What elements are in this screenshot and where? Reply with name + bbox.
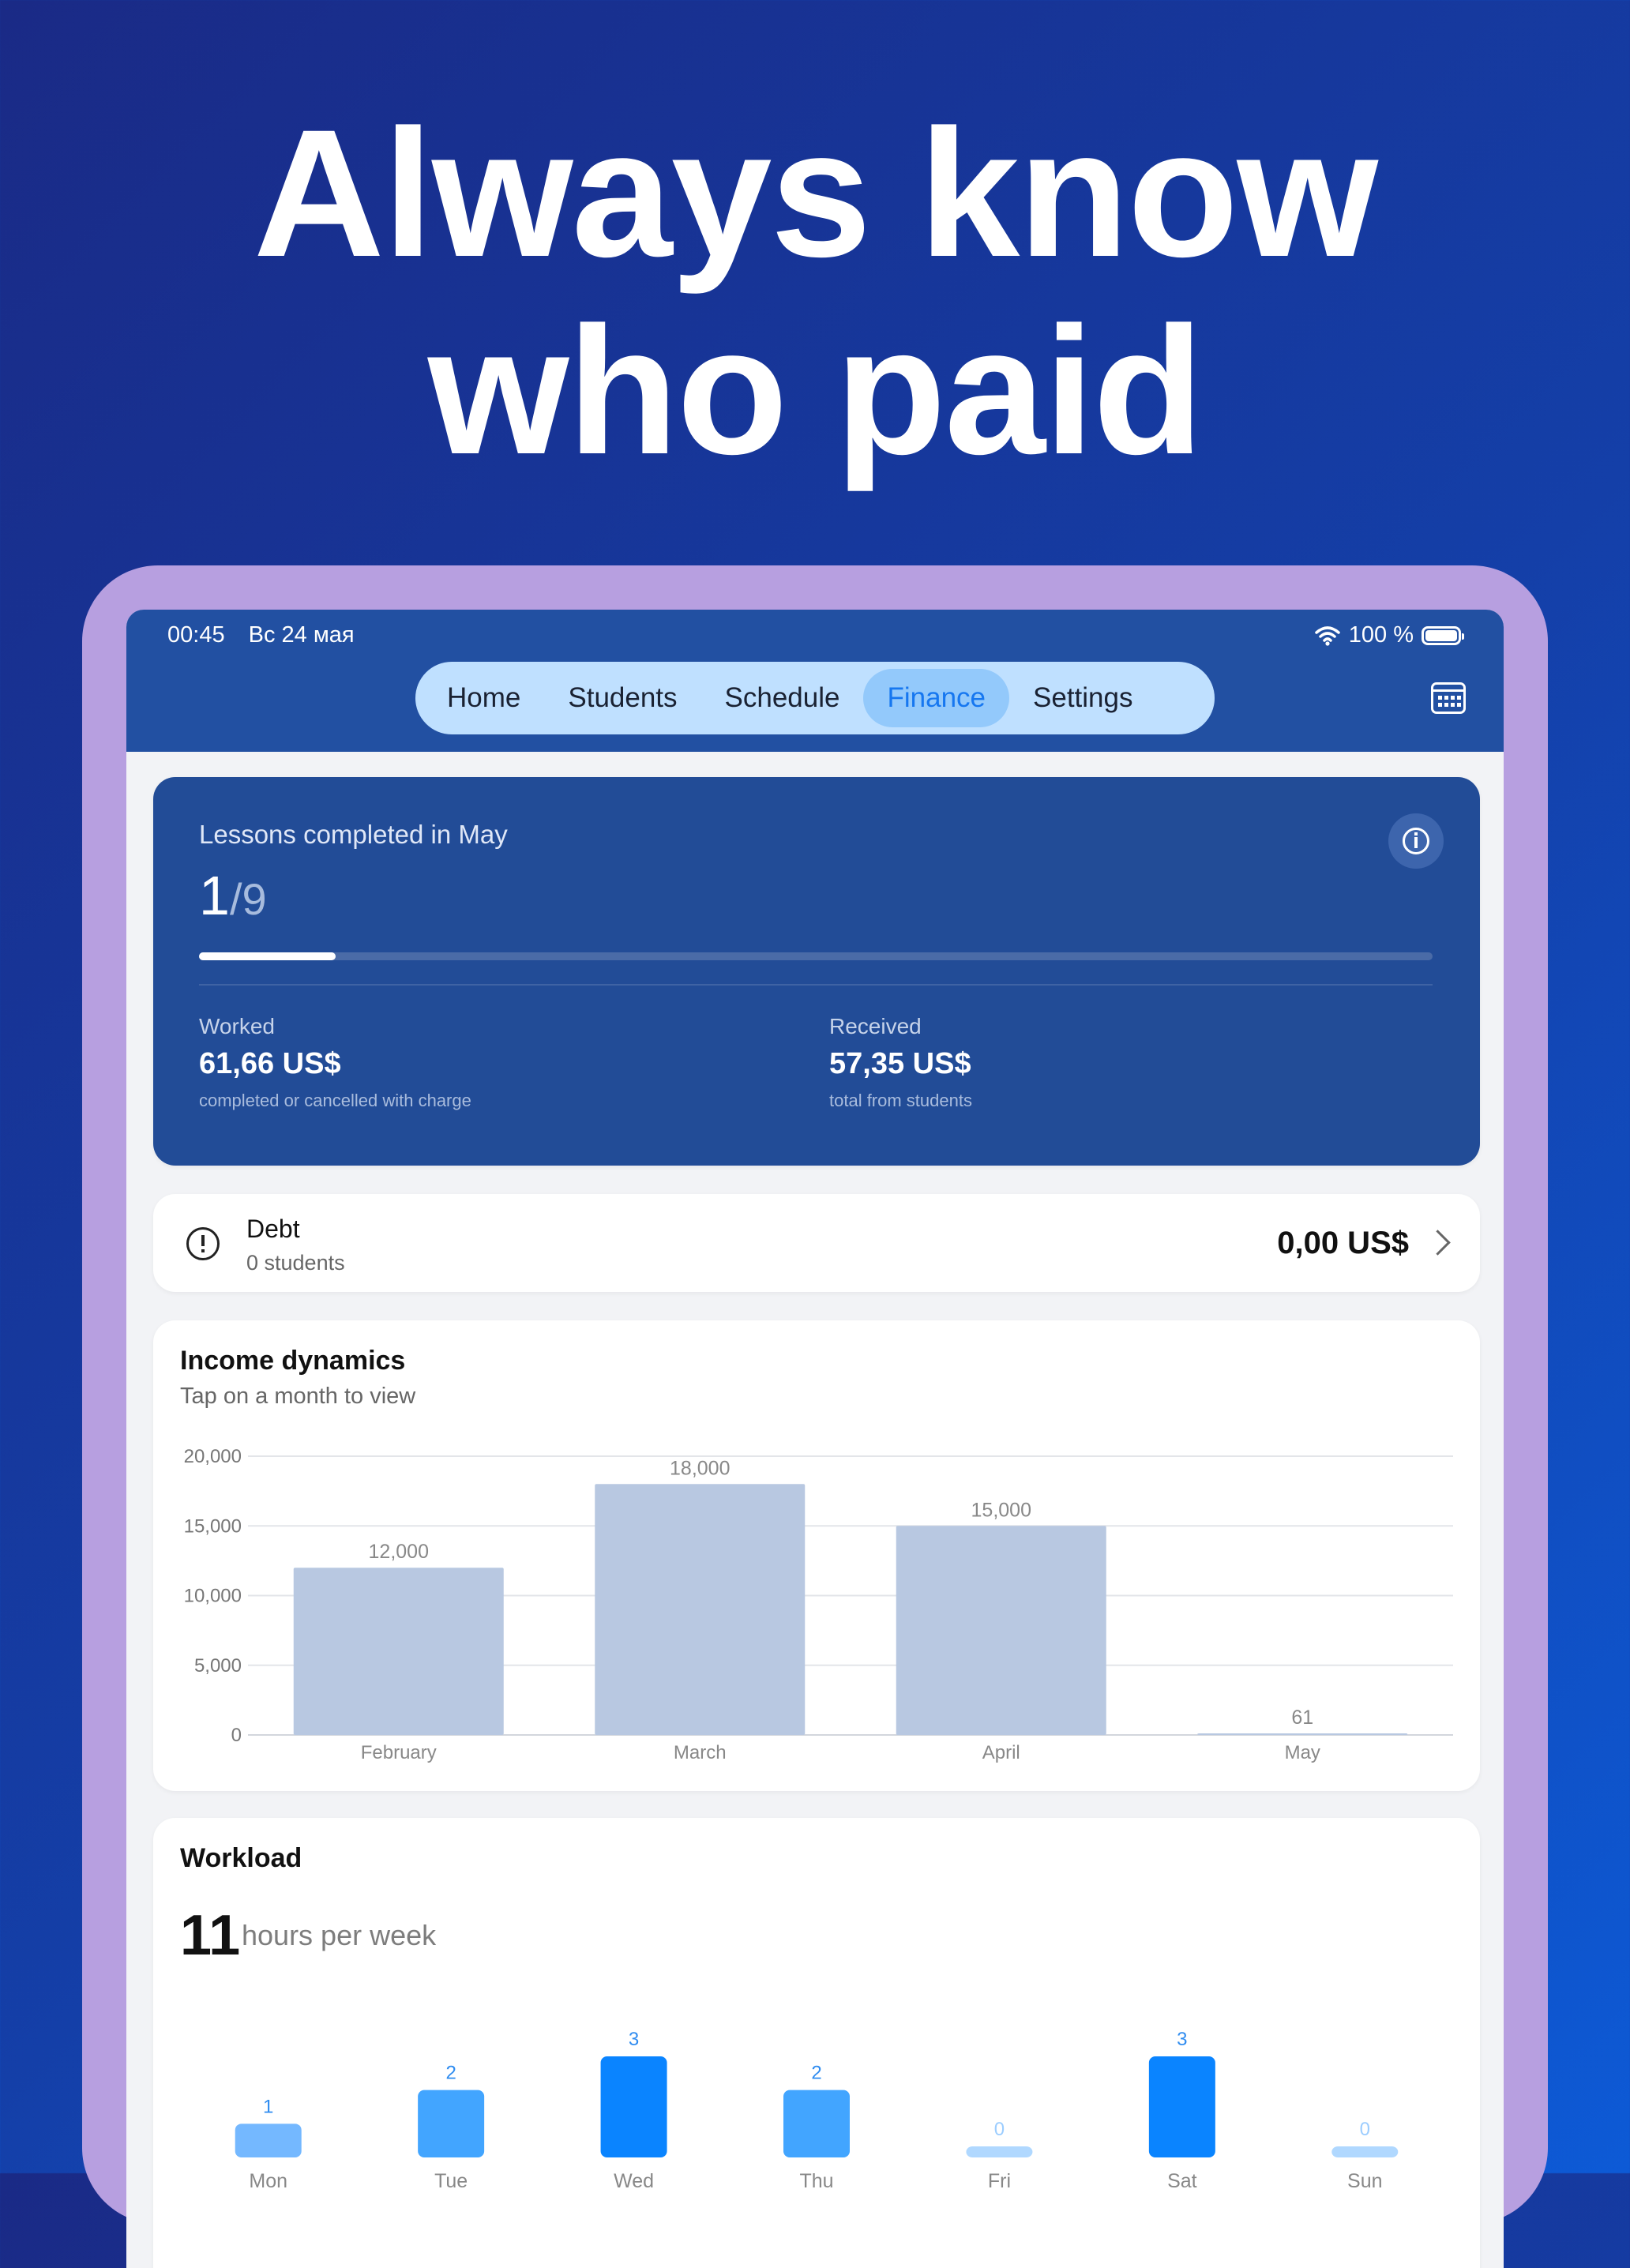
wifi-icon — [1315, 625, 1340, 646]
workload-bar — [783, 2090, 850, 2157]
income-xtick: April — [982, 1742, 1020, 1763]
workload-bar — [235, 2123, 302, 2157]
workload-day-label: Sun — [1347, 2170, 1382, 2192]
info-icon[interactable] — [1388, 813, 1444, 869]
income-bar[interactable] — [595, 1484, 806, 1735]
workload-bar-label: 2 — [445, 2063, 456, 2084]
income-xtick: May — [1285, 1742, 1320, 1763]
workload-bar — [418, 2090, 485, 2157]
income-bar-label: 15,000 — [971, 1499, 1031, 1521]
workload-day-label: Mon — [249, 2170, 287, 2192]
debt-students: 0 students — [246, 1251, 345, 1275]
workload-day-label: Wed — [614, 2170, 654, 2192]
workload-bar — [1331, 2146, 1399, 2157]
workload-bar-label: 3 — [1177, 2029, 1187, 2050]
status-date: Вс 24 мая — [248, 622, 355, 648]
top-bar: 00:45 Вс 24 мая 100 % Home Students Sche… — [126, 610, 1504, 752]
received-note: total from students — [829, 1091, 972, 1110]
tab-settings[interactable]: Settings — [1009, 669, 1156, 727]
workload-bar — [1148, 2056, 1215, 2157]
tab-schedule[interactable]: Schedule — [701, 669, 864, 727]
income-ytick: 15,000 — [184, 1515, 242, 1537]
income-bar[interactable] — [293, 1568, 504, 1735]
tab-home[interactable]: Home — [423, 669, 544, 727]
received-value: 57,35 US$ — [829, 1047, 971, 1080]
workload-chart: 1 Mon 2 Tue 3 Wed 2 Thu 0 Fri 3 Sat 0 Sun — [235, 2029, 1399, 2192]
income-ytick: 10,000 — [184, 1586, 242, 1607]
workload-bar — [600, 2056, 667, 2157]
income-bar[interactable] — [1197, 1733, 1408, 1735]
income-bar[interactable] — [896, 1526, 1106, 1735]
status-bar-left: 00:45 Вс 24 мая — [167, 622, 372, 648]
income-xtick: March — [674, 1742, 727, 1763]
income-ytick: 0 — [231, 1725, 242, 1746]
worked-label: Worked — [199, 1014, 275, 1038]
worked-stat: Worked 61,66 US$ completed or cancelled … — [199, 1014, 471, 1111]
workload-bar-label: 0 — [994, 2119, 1005, 2140]
lessons-completed: 1 — [199, 865, 230, 926]
income-bar-label: 18,000 — [670, 1457, 730, 1479]
workload-bar-label: 1 — [263, 2096, 273, 2117]
nav-tabs: Home Students Schedule Finance Settings — [415, 662, 1215, 734]
workload-day-label: Sat — [1167, 2170, 1197, 2192]
headline-line-1: Always know — [253, 92, 1378, 295]
lessons-progress-fill — [199, 952, 336, 960]
income-bar-label: 61 — [1291, 1707, 1313, 1729]
battery-percent: 100 % — [1348, 622, 1414, 648]
lessons-divider — [199, 984, 1433, 986]
tab-students[interactable]: Students — [544, 669, 700, 727]
worked-value: 61,66 US$ — [199, 1047, 341, 1080]
workload-day-label: Thu — [799, 2170, 833, 2192]
workload-bar-label: 3 — [629, 2029, 639, 2050]
income-ytick: 20,000 — [184, 1446, 242, 1467]
income-chart[interactable]: 0 5,000 10,000 15,000 20,000 12,000 February 18… — [153, 1320, 1480, 1791]
status-time: 00:45 — [167, 622, 225, 648]
received-stat: Received 57,35 US$ total from students — [829, 1014, 972, 1111]
debt-amount: 0,00 US$ — [1277, 1226, 1409, 1260]
workload-day-label: Fri — [988, 2170, 1011, 2192]
headline-line-2: who paid — [427, 289, 1204, 492]
debt-title: Debt — [246, 1215, 300, 1243]
app-screen: 00:45 Вс 24 мая 100 % Home Students Sche… — [126, 610, 1504, 2268]
workload-bar-label: 0 — [1360, 2119, 1370, 2140]
workload-card: Workload 11 hours per week 1 Mon 2 Tue 3 Wed 2… — [153, 1818, 1480, 2268]
lessons-total: /9 — [229, 874, 267, 924]
battery-icon — [1422, 625, 1464, 645]
lessons-title: Lessons completed in May — [199, 820, 508, 849]
received-label: Received — [829, 1014, 922, 1038]
lessons-progress-bar — [199, 952, 1433, 960]
calendar-icon[interactable] — [1431, 682, 1466, 714]
lessons-card: Lessons completed in May 1/9 Worked 61,6… — [153, 777, 1480, 1166]
tablet-frame: 00:45 Вс 24 мая 100 % Home Students Sche… — [82, 565, 1548, 2268]
income-bar-label: 12,000 — [369, 1541, 429, 1563]
income-card: Income dynamics Tap on a month to view 0… — [153, 1320, 1480, 1791]
workload-bar — [966, 2146, 1033, 2157]
workload-day-label: Tue — [434, 2170, 468, 2192]
status-bar-right: 100 % — [1314, 622, 1464, 648]
debt-row[interactable]: Debt 0 students 0,00 US$ — [153, 1194, 1480, 1292]
income-ytick: 5,000 — [194, 1655, 242, 1677]
workload-bar-label: 2 — [811, 2063, 821, 2084]
lessons-count: 1/9 — [199, 864, 267, 927]
worked-note: completed or cancelled with charge — [199, 1091, 471, 1110]
income-xtick: February — [361, 1742, 437, 1763]
chevron-right-icon — [1425, 1230, 1451, 1256]
tab-finance[interactable]: Finance — [863, 669, 1010, 727]
alert-icon — [186, 1227, 220, 1260]
headline: Always know who paid — [0, 95, 1630, 490]
